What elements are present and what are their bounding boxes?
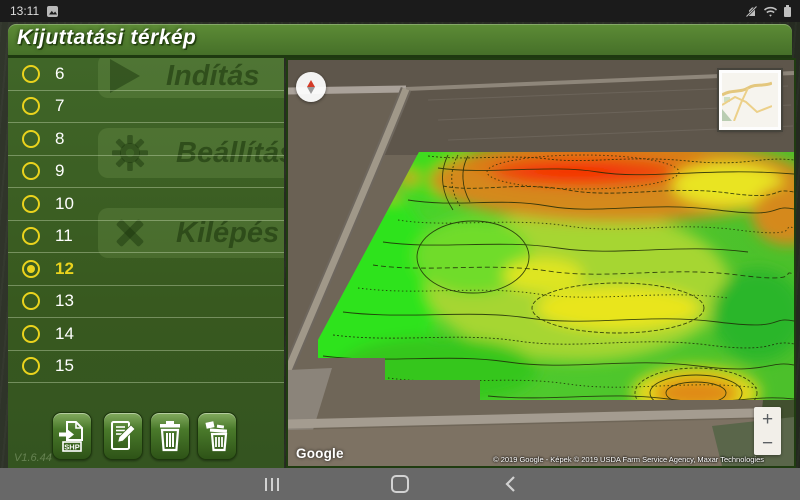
battery-icon (783, 4, 792, 18)
compass-north-needle (307, 80, 315, 87)
back-icon (504, 475, 516, 493)
clock: 13:11 (10, 4, 39, 18)
edit-note-icon (109, 420, 137, 452)
rate-option[interactable]: 14 (8, 318, 284, 351)
overview-minimap[interactable] (719, 70, 781, 130)
rate-option[interactable]: 12 (8, 253, 284, 286)
page-title: Kijuttatási térkép (17, 26, 196, 50)
recents-button[interactable] (252, 468, 292, 500)
delete-all-button[interactable] (197, 412, 237, 460)
screenshot-icon (46, 5, 59, 18)
rate-option[interactable]: 10 (8, 188, 284, 221)
version-label: V1.6.44 (14, 452, 52, 464)
left-panel: Indítás (8, 58, 284, 468)
delete-button[interactable] (150, 412, 190, 460)
rate-option[interactable]: 13 (8, 286, 284, 319)
map-attribution: © 2019 Google - Képek © 2019 USDA Farm S… (493, 455, 764, 464)
app-header: Kijuttatási térkép (8, 24, 792, 58)
home-button[interactable] (382, 468, 418, 500)
zoom-out-button[interactable]: − (754, 431, 781, 455)
radio-icon[interactable] (22, 227, 40, 245)
recents-icon (265, 478, 268, 491)
rate-option[interactable]: 8 (8, 123, 284, 156)
radio-icon[interactable] (22, 195, 40, 213)
status-bar: 13:11 (0, 0, 800, 22)
radio-icon[interactable] (22, 162, 40, 180)
radio-icon[interactable] (22, 130, 40, 148)
wifi-icon (763, 5, 778, 18)
back-button[interactable] (492, 468, 528, 500)
rate-option[interactable]: 6 (8, 58, 284, 91)
shp-file-icon: SHP (58, 420, 86, 452)
map-view[interactable]: + − Google © 2019 Google - Képek © 2019 … (286, 58, 796, 468)
screen: 13:11 Kijutt (0, 0, 800, 500)
compass-south-needle (307, 87, 315, 94)
minimap-roads-icon (722, 73, 772, 121)
rate-option[interactable]: 7 (8, 91, 284, 124)
radio-icon[interactable] (22, 292, 40, 310)
rate-option[interactable]: 11 (8, 221, 284, 254)
svg-text:SHP: SHP (64, 442, 79, 451)
android-nav-bar (0, 468, 800, 500)
rate-option[interactable]: 15 (8, 351, 284, 384)
compass-button[interactable] (296, 72, 326, 102)
radio-icon[interactable] (22, 260, 40, 278)
zoom-control: + − (754, 407, 781, 455)
rate-list: 6 7 8 9 10 11 12 13 14 15 (8, 58, 284, 383)
radio-icon[interactable] (22, 65, 40, 83)
trash-all-icon (203, 420, 231, 452)
google-logo: Google (296, 446, 344, 461)
radio-icon[interactable] (22, 325, 40, 343)
app-window: Kijuttatási térkép Indítás (0, 22, 800, 468)
export-shp-button[interactable]: SHP (52, 412, 92, 460)
no-sim-icon (745, 5, 758, 18)
radio-icon[interactable] (22, 357, 40, 375)
radio-icon[interactable] (22, 97, 40, 115)
zoom-in-button[interactable]: + (754, 407, 781, 431)
edit-button[interactable] (103, 412, 143, 460)
home-icon (391, 475, 409, 493)
trash-icon (156, 420, 184, 452)
rate-option[interactable]: 9 (8, 156, 284, 189)
